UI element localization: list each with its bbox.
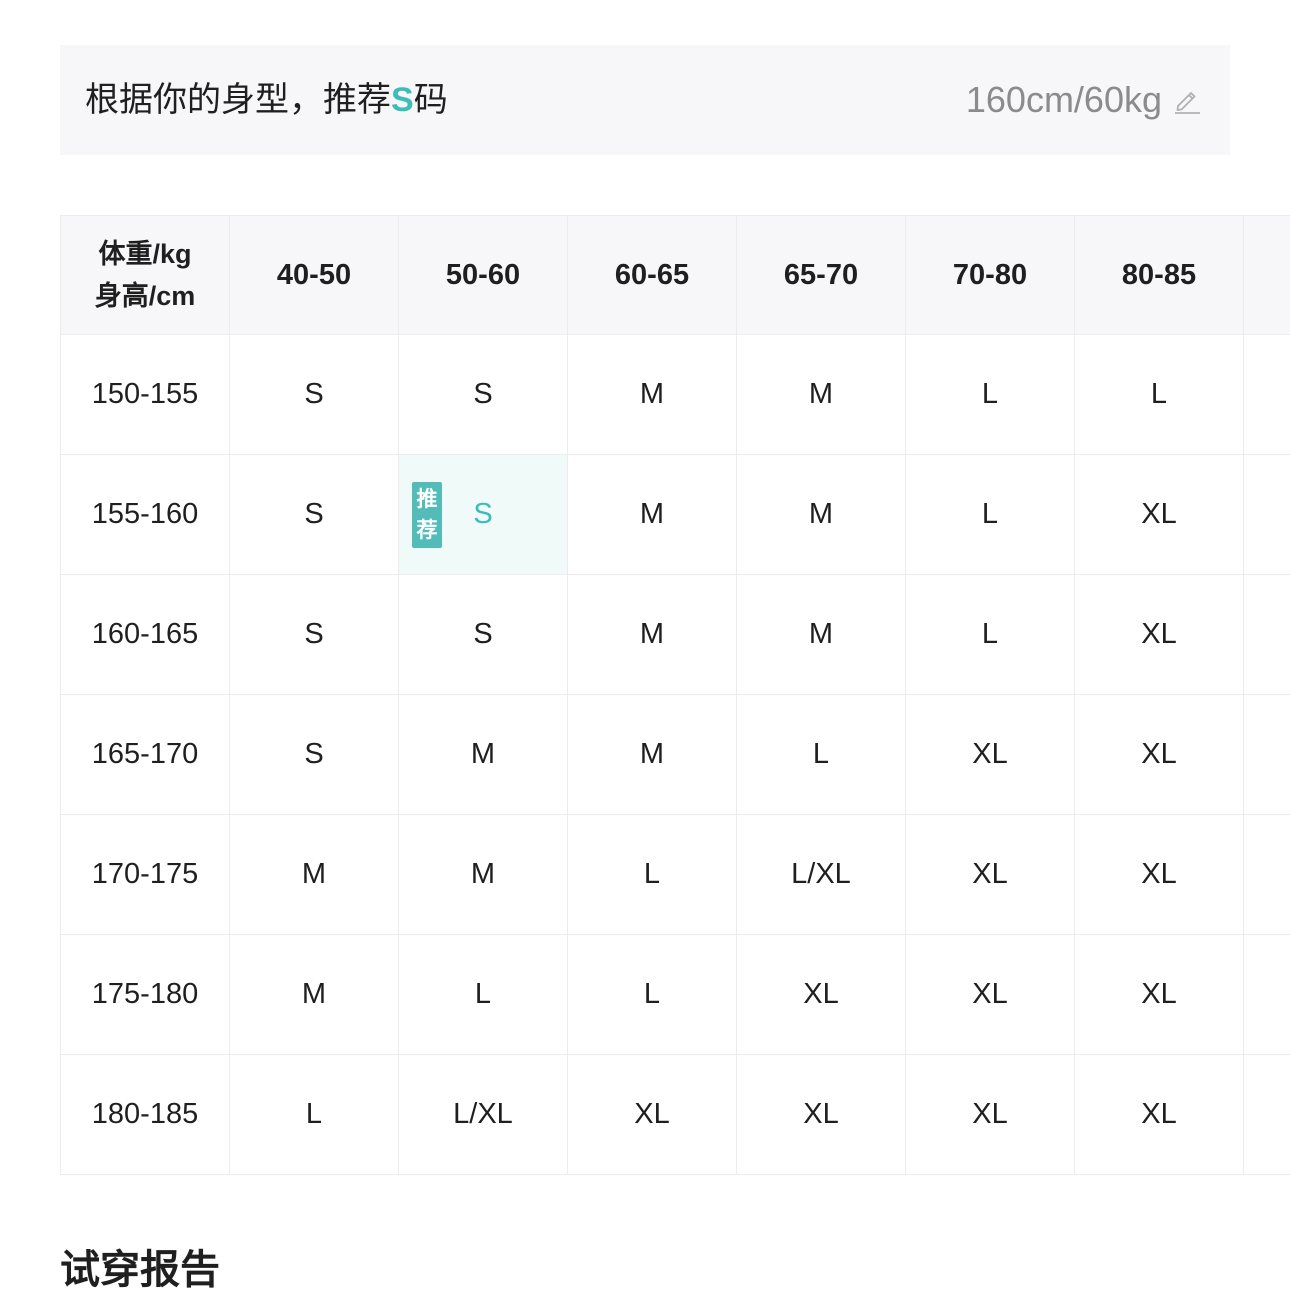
recommendation-prefix: 根据你的身型，推荐: [85, 80, 391, 120]
height-range-cell: 150-155: [61, 335, 230, 455]
size-cell: M: [568, 695, 737, 815]
table-row: 150-155SSMMLL: [61, 335, 1290, 455]
recommended-size: S: [391, 81, 414, 119]
size-cell: XL: [1075, 695, 1244, 815]
height-range-cell: 180-185: [61, 1055, 230, 1175]
size-cell: [1244, 815, 1290, 935]
size-cell: XL: [1075, 575, 1244, 695]
table-row: 165-170SMMLXLXL: [61, 695, 1290, 815]
size-cell: XL: [1075, 1055, 1244, 1175]
size-table: 体重/kg 身高/cm 40-5050-6060-6565-7070-8080-…: [60, 215, 1290, 1175]
weight-range-header: 40-50: [230, 216, 399, 335]
weight-range-header: 80-85: [1075, 216, 1244, 335]
size-cell: M: [230, 815, 399, 935]
size-cell: M: [737, 455, 906, 575]
recommended-size-cell: 推荐 S: [399, 455, 568, 575]
weight-axis-label: 体重/kg: [61, 233, 229, 275]
body-measurements: 160cm/60kg: [966, 79, 1162, 121]
size-cell: M: [399, 695, 568, 815]
size-cell: [1244, 335, 1290, 455]
table-header-row: 体重/kg 身高/cm 40-5050-6060-6565-7070-8080-…: [61, 216, 1290, 335]
size-cell: M: [230, 935, 399, 1055]
table-row: 160-165SSMMLXL: [61, 575, 1290, 695]
recommended-badge: 推荐: [412, 482, 442, 548]
height-range-cell: 165-170: [61, 695, 230, 815]
table-row: 155-160S推荐SMMLXL: [61, 455, 1290, 575]
weight-range-header: 65-70: [737, 216, 906, 335]
height-range-cell: 175-180: [61, 935, 230, 1055]
size-cell: XL: [906, 815, 1075, 935]
table-row: 180-185LL/XLXLXLXLXL: [61, 1055, 1290, 1175]
size-cell: M: [568, 455, 737, 575]
size-cell: [1244, 695, 1290, 815]
size-cell: XL: [906, 935, 1075, 1055]
height-range-cell: 155-160: [61, 455, 230, 575]
size-cell: S: [230, 695, 399, 815]
size-cell: S: [399, 335, 568, 455]
recommendation-text: 根据你的身型，推荐S码: [85, 45, 448, 155]
weight-range-header: 8: [1244, 216, 1290, 335]
size-cell: XL: [737, 1055, 906, 1175]
pencil-icon: [1172, 85, 1202, 115]
size-cell: M: [737, 335, 906, 455]
size-cell: L: [906, 335, 1075, 455]
table-row: 175-180MLLXLXLXL: [61, 935, 1290, 1055]
fitting-report-title: 试穿报告: [60, 1240, 220, 1300]
size-cell: M: [399, 815, 568, 935]
height-axis-label: 身高/cm: [61, 275, 229, 317]
size-cell: M: [568, 335, 737, 455]
corner-cell: 体重/kg 身高/cm: [61, 216, 230, 335]
size-cell: [1244, 455, 1290, 575]
weight-range-header: 60-65: [568, 216, 737, 335]
size-cell: L: [230, 1055, 399, 1175]
recommendation-suffix: 码: [414, 80, 448, 120]
size-cell: XL: [1075, 815, 1244, 935]
size-cell: XL: [1075, 455, 1244, 575]
size-cell: S: [230, 455, 399, 575]
size-cell: XL: [737, 935, 906, 1055]
size-cell: L: [568, 815, 737, 935]
recommended-badge-char: 荐: [417, 515, 438, 546]
size-cell: XL: [906, 695, 1075, 815]
size-cell: [1244, 1055, 1290, 1175]
size-chart: 体重/kg 身高/cm 40-5050-6060-6565-7070-8080-…: [60, 215, 1290, 1177]
size-cell: M: [568, 575, 737, 695]
size-cell: [1244, 935, 1290, 1055]
size-cell: L/XL: [737, 815, 906, 935]
size-cell: XL: [568, 1055, 737, 1175]
edit-measurements-button[interactable]: 160cm/60kg: [966, 45, 1202, 155]
size-cell: L: [906, 575, 1075, 695]
weight-range-header: 50-60: [399, 216, 568, 335]
size-cell: L: [1075, 335, 1244, 455]
size-recommendation-banner: 根据你的身型，推荐S码 160cm/60kg: [60, 45, 1230, 155]
size-cell: L: [399, 935, 568, 1055]
height-range-cell: 170-175: [61, 815, 230, 935]
size-cell: XL: [1075, 935, 1244, 1055]
size-cell: [1244, 575, 1290, 695]
table-row: 170-175MMLL/XLXLXL: [61, 815, 1290, 935]
height-range-cell: 160-165: [61, 575, 230, 695]
size-cell: S: [230, 335, 399, 455]
size-cell: S: [399, 575, 568, 695]
size-cell: XL: [906, 1055, 1075, 1175]
size-value: S: [473, 498, 492, 530]
size-cell: M: [737, 575, 906, 695]
size-cell: S: [230, 575, 399, 695]
size-cell: L: [568, 935, 737, 1055]
size-cell: L: [737, 695, 906, 815]
size-cell: L: [906, 455, 1075, 575]
recommended-badge-char: 推: [417, 484, 438, 515]
size-cell: L/XL: [399, 1055, 568, 1175]
weight-range-header: 70-80: [906, 216, 1075, 335]
